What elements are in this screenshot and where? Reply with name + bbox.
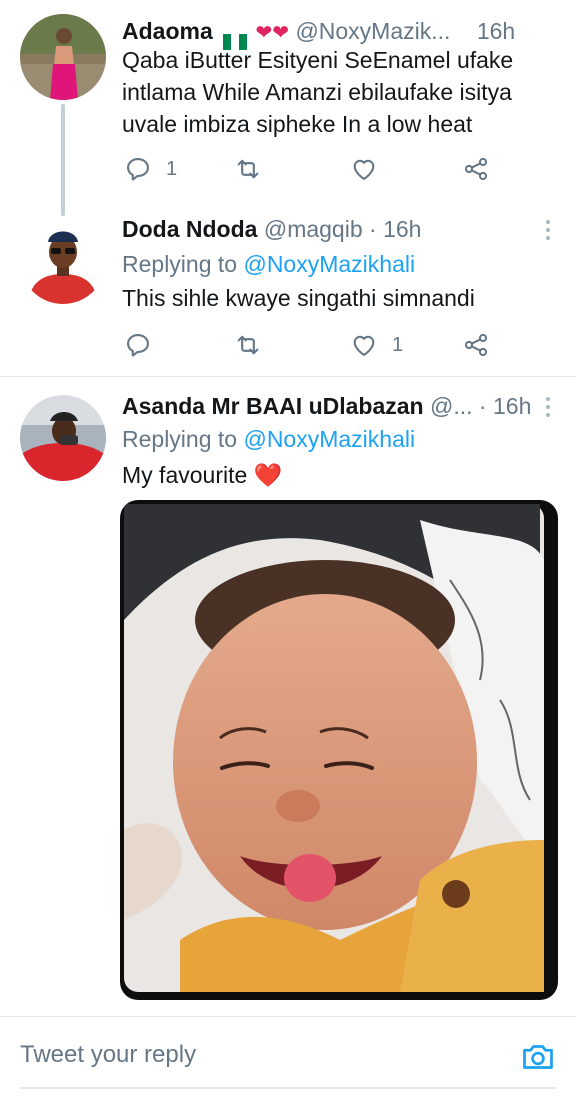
heart-emoji-decor: ❤❤ [255, 22, 290, 44]
reply-button[interactable] [124, 328, 152, 362]
separator: · [478, 393, 487, 419]
tweet-text: Qaba iButter Esityeni SeEnamel ufake int… [122, 47, 514, 137]
replying-to-mention[interactable]: @NoxyMazikhali [243, 426, 415, 452]
like-count: 1 [392, 333, 404, 356]
replying-to-line: Replying to @NoxyMazikhali [122, 248, 415, 280]
reply-input[interactable]: Tweet your reply [20, 1041, 196, 1069]
retweet-icon [237, 335, 259, 355]
reply-button[interactable]: 1 [124, 152, 177, 186]
reply-count: 1 [166, 157, 178, 180]
retweet-button[interactable] [234, 152, 262, 186]
replying-to-line: Replying to @NoxyMazikhali [122, 423, 415, 455]
tweet-actions: 1 [122, 152, 502, 186]
tweet-body: My favourite [122, 462, 248, 488]
tweet-text: This sihle kwaye singathi simnandi [122, 285, 475, 311]
tweet-2[interactable]: Doda Ndoda @magqib · 16h Replying to @No… [0, 200, 576, 376]
tweet-1[interactable]: Adaoma ❤❤ @NoxyMazik... 16h Qaba iButter… [0, 0, 576, 216]
more-options-button[interactable] [544, 220, 552, 244]
reply-icon [127, 334, 149, 357]
heart-icon [353, 335, 375, 356]
avatar-doda-ndoda[interactable] [20, 218, 106, 304]
tweet-actions: 1 [122, 328, 502, 362]
like-button[interactable] [350, 152, 378, 186]
author-handle[interactable]: @... [430, 393, 473, 419]
reply-icon [127, 158, 149, 181]
replying-to-mention[interactable]: @NoxyMazikhali [243, 251, 415, 277]
avatar-asanda[interactable] [20, 395, 106, 481]
avatar-adaoma[interactable] [20, 14, 106, 100]
replying-to-label: Replying to [122, 251, 238, 277]
author-handle[interactable]: @NoxyMazik... [295, 18, 450, 44]
share-button[interactable] [462, 328, 490, 362]
author-name[interactable]: Asanda Mr BAAI uDlabazan [122, 393, 424, 419]
retweet-button[interactable] [234, 328, 262, 362]
tweet-text: My favourite ❤️ [122, 459, 552, 491]
replying-to-label: Replying to [122, 426, 238, 452]
more-options-button[interactable] [544, 397, 552, 421]
tweet-header: Adaoma ❤❤ @NoxyMazik... 16h [122, 14, 556, 50]
flag-emoji [221, 25, 249, 50]
separator: · [369, 216, 377, 242]
author-handle[interactable]: @magqib [264, 216, 363, 242]
share-button[interactable] [462, 152, 490, 186]
heart-icon [353, 159, 375, 180]
red-heart-emoji: ❤️ [253, 462, 283, 488]
share-icon [464, 157, 488, 181]
camera-icon [523, 1045, 553, 1069]
tweet-time: 16h [492, 393, 532, 419]
tweet-time: 16h [383, 216, 422, 242]
author-name[interactable]: Adaoma [122, 18, 213, 44]
share-icon [464, 333, 488, 357]
reply-composer[interactable]: Tweet your reply [0, 1016, 576, 1104]
retweet-icon [237, 159, 259, 179]
tweet-time: 16h [476, 18, 516, 44]
baby-photo-image [124, 504, 544, 992]
tweet-media-photo[interactable] [120, 500, 558, 1000]
like-button[interactable]: 1 [350, 328, 403, 362]
camera-button[interactable] [520, 1039, 556, 1075]
tweet-header: Asanda Mr BAAI uDlabazan @... · 16h [122, 389, 531, 423]
tweet-header: Doda Ndoda @magqib · 16h [122, 212, 556, 246]
author-name[interactable]: Doda Ndoda [122, 216, 257, 242]
reply-input-underline [20, 1087, 556, 1089]
